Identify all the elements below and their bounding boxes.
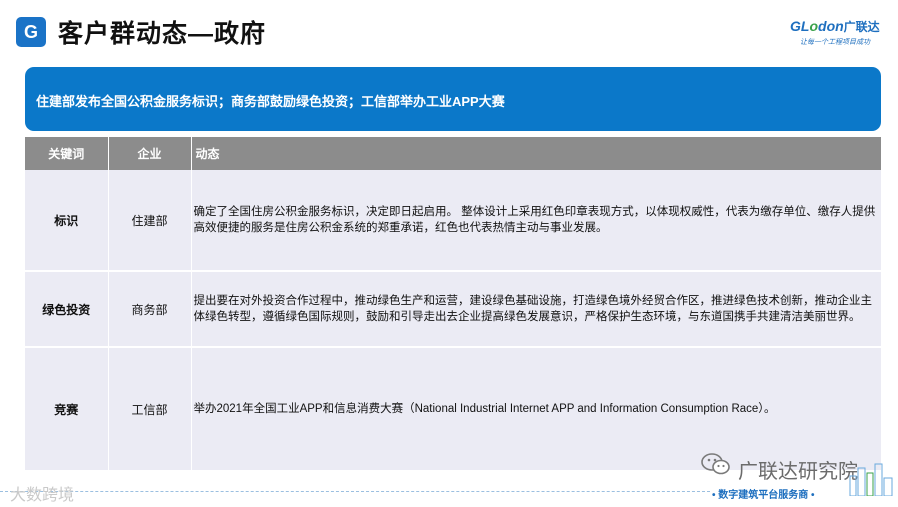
city-skyline-icon [849, 463, 893, 496]
header-dynamic: 动态 [191, 137, 882, 170]
svg-text:G: G [24, 22, 38, 42]
page-title: 客户群动态—政府 [58, 20, 267, 48]
brand-logo: GLodon广联达 让每一个工程项目成功 [790, 18, 896, 48]
footer-tagline: • 数字建筑平台服务商 • [712, 490, 815, 501]
table-row: 标识 住建部 确定了全国住房公积金服务标识，决定即日起启用。 整体设计上采用红色… [25, 170, 882, 272]
g-logo-icon: G [24, 22, 38, 42]
dynamics-table: 关键词 企业 动态 标识 住建部 确定了全国住房公积金服务标识，决定即日起启用。… [25, 137, 882, 472]
cell-dynamic: 提出要在对外投资合作过程中，推动绿色生产和运营，建设绿色基础设施，打造绿色境外经… [191, 271, 882, 348]
cell-company: 工信部 [108, 347, 192, 472]
table-row: 竞赛 工信部 举办2021年全国工业APP和信息消费大赛（National In… [25, 347, 882, 472]
cell-company: 住建部 [108, 170, 192, 272]
header: G 客户群动态—政府 GLodon广联达 让每一个工程项目成功 [0, 0, 898, 60]
cell-dynamic: 举办2021年全国工业APP和信息消费大赛（National Industria… [191, 347, 882, 472]
brand-name: GLodon广联达 [790, 18, 880, 34]
header-keyword: 关键词 [25, 137, 109, 170]
table-row: 绿色投资 商务部 提出要在对外投资合作过程中，推动绿色生产和运营，建设绿色基础设… [25, 271, 882, 348]
cell-company: 商务部 [108, 271, 192, 348]
summary-banner: 住建部发布全国公积金服务标识；商务部鼓励绿色投资；工信部举办工业APP大赛 [25, 67, 881, 131]
company-logo-icon: G [16, 17, 46, 47]
research-institute-label: 广联达研究院 [738, 461, 858, 483]
banner-text: 住建部发布全国公积金服务标识；商务部鼓励绿色投资；工信部举办工业APP大赛 [36, 94, 505, 109]
cell-keyword: 标识 [25, 170, 109, 272]
cell-keyword: 竞赛 [25, 347, 109, 472]
wechat-icon [701, 453, 730, 475]
brand-slogan: 让每一个工程项目成功 [800, 39, 870, 46]
cell-dynamic: 确定了全国住房公积金服务标识，决定即日起启用。 整体设计上采用红色印章表现方式，… [191, 170, 882, 272]
footer-divider [0, 491, 710, 492]
table-header-row: 关键词 企业 动态 [25, 137, 882, 170]
watermark: 大数跨境 [10, 487, 75, 504]
header-company: 企业 [108, 137, 192, 170]
cell-keyword: 绿色投资 [25, 271, 109, 348]
